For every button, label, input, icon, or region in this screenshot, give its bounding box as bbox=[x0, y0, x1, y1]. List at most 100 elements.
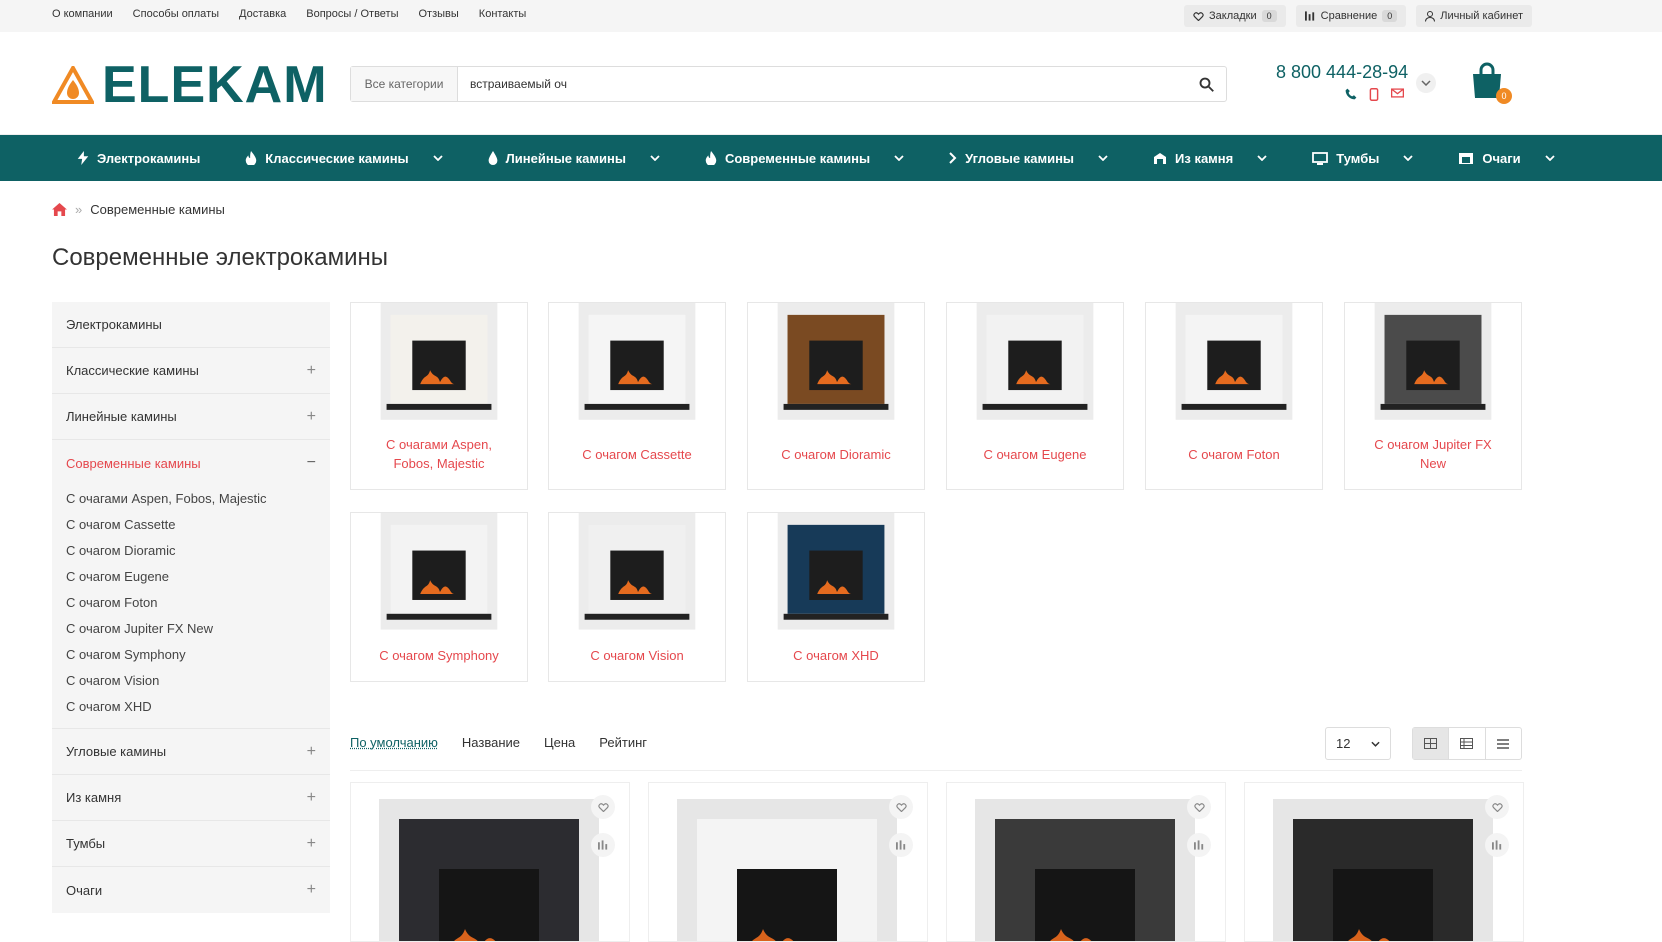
top-link-reviews[interactable]: Отзывы bbox=[419, 8, 459, 20]
product-card[interactable] bbox=[648, 782, 928, 942]
add-to-bookmarks-button[interactable] bbox=[591, 795, 615, 819]
plus-icon[interactable]: + bbox=[307, 881, 316, 899]
sidebar-item-stone[interactable]: Из камня + bbox=[52, 775, 330, 821]
top-link-delivery[interactable]: Доставка bbox=[239, 8, 286, 20]
chevron-down-icon bbox=[1545, 155, 1555, 161]
category-card[interactable]: С очагом Vision bbox=[548, 512, 726, 682]
bookmarks-button[interactable]: Закладки 0 bbox=[1184, 5, 1286, 27]
nav-label: Очаги bbox=[1482, 150, 1521, 166]
category-card[interactable]: С очагом Eugene bbox=[946, 302, 1124, 490]
nav-item-cabinets[interactable]: Тумбы bbox=[1287, 135, 1433, 181]
main-nav: Электрокамины Классические камины Линейн… bbox=[0, 135, 1662, 181]
nav-item-hearths[interactable]: Очаги bbox=[1433, 135, 1574, 181]
per-page-select[interactable]: 12 bbox=[1325, 727, 1391, 760]
sidebar-item-corner[interactable]: Угловые камины + bbox=[52, 729, 330, 775]
category-card[interactable]: С очагом XHD bbox=[747, 512, 925, 682]
add-to-bookmarks-button[interactable] bbox=[889, 795, 913, 819]
mobile-icon[interactable] bbox=[1369, 88, 1379, 101]
chevron-down-icon bbox=[1257, 155, 1267, 161]
compare-button[interactable]: Сравнение 0 bbox=[1295, 5, 1407, 27]
add-to-bookmarks-button[interactable] bbox=[1485, 795, 1509, 819]
nav-item-classic[interactable]: Классические камины bbox=[220, 135, 462, 181]
top-link-payment[interactable]: Способы оплаты bbox=[133, 8, 219, 20]
top-link-contacts[interactable]: Контакты bbox=[479, 8, 527, 20]
category-image bbox=[380, 303, 498, 420]
view-switcher bbox=[1412, 727, 1522, 760]
category-card[interactable]: С очагом Foton bbox=[1145, 302, 1323, 490]
nav-item-modern[interactable]: Современные камины bbox=[680, 135, 924, 181]
sort-name[interactable]: Название bbox=[462, 735, 520, 750]
plus-icon[interactable]: + bbox=[307, 789, 316, 807]
product-card[interactable] bbox=[946, 782, 1226, 942]
sidebar-item-modern[interactable]: Современные камины − bbox=[52, 440, 330, 486]
sidebar-subitem[interactable]: С очагом Cassette bbox=[66, 512, 316, 538]
sidebar-subitem[interactable]: С очагами Aspen, Fobos, Majestic bbox=[66, 486, 316, 512]
search-button[interactable] bbox=[1186, 77, 1226, 92]
sidebar-subitem[interactable]: С очагом Jupiter FX New bbox=[66, 616, 316, 642]
nav-item-electric[interactable]: Электрокамины bbox=[52, 135, 220, 181]
nav-item-stone[interactable]: Из камня bbox=[1128, 135, 1287, 181]
list-view-button[interactable] bbox=[1486, 728, 1521, 759]
product-card[interactable] bbox=[1244, 782, 1524, 942]
sidebar-subitem[interactable]: С очагом XHD bbox=[66, 694, 316, 720]
cart-button[interactable]: 0 bbox=[1470, 62, 1512, 105]
divider bbox=[350, 770, 1522, 771]
add-to-compare-button[interactable] bbox=[889, 833, 913, 857]
mail-icon[interactable] bbox=[1391, 88, 1404, 98]
nav-label: Из камня bbox=[1175, 150, 1234, 166]
plus-icon[interactable]: + bbox=[307, 835, 316, 853]
phone-number[interactable]: 8 800 444-28-94 bbox=[1276, 62, 1408, 83]
add-to-compare-button[interactable] bbox=[1187, 833, 1211, 857]
sidebar-subitem[interactable]: С очагом Vision bbox=[66, 668, 316, 694]
product-image bbox=[379, 799, 599, 941]
phone-dropdown[interactable] bbox=[1416, 73, 1436, 93]
category-card[interactable]: С очагом Symphony bbox=[350, 512, 528, 682]
sidebar-subitem[interactable]: С очагом Foton bbox=[66, 590, 316, 616]
bolt-icon bbox=[77, 151, 89, 165]
home-icon[interactable] bbox=[52, 203, 67, 216]
sidebar-item-hearths[interactable]: Очаги + bbox=[52, 867, 330, 913]
sort-price[interactable]: Цена bbox=[544, 735, 575, 750]
chevron-down-icon bbox=[650, 155, 660, 161]
sort-rating[interactable]: Рейтинг bbox=[599, 735, 647, 750]
nav-label: Классические камины bbox=[265, 150, 409, 166]
category-label: С очагом Foton bbox=[1188, 446, 1280, 462]
header: ELEKAM Все категории 8 800 444-28-94 0 bbox=[0, 32, 1662, 135]
add-to-compare-button[interactable] bbox=[1485, 833, 1509, 857]
product-image bbox=[975, 799, 1195, 941]
sidebar-subitem[interactable]: С очагом Eugene bbox=[66, 564, 316, 590]
top-link-about[interactable]: О компании bbox=[52, 8, 113, 20]
sidebar-subitems: С очагами Aspen, Fobos, Majestic С очаго… bbox=[52, 486, 330, 729]
category-card[interactable]: С очагом Dioramic bbox=[747, 302, 925, 490]
category-card[interactable]: С очагом Cassette bbox=[548, 302, 726, 490]
minus-icon[interactable]: − bbox=[307, 454, 316, 472]
sidebar-item-cabinets[interactable]: Тумбы + bbox=[52, 821, 330, 867]
search-input[interactable] bbox=[458, 77, 1186, 91]
top-link-faq[interactable]: Вопросы / Ответы bbox=[306, 8, 398, 20]
search-category-select[interactable]: Все категории bbox=[351, 67, 458, 101]
category-image bbox=[1175, 303, 1293, 420]
add-to-bookmarks-button[interactable] bbox=[1187, 795, 1211, 819]
sidebar-subitem[interactable]: С очагом Dioramic bbox=[66, 538, 316, 564]
nav-item-linear[interactable]: Линейные камины bbox=[463, 135, 680, 181]
plus-icon[interactable]: + bbox=[307, 362, 316, 380]
nav-item-corner[interactable]: Угловые камины bbox=[924, 135, 1128, 181]
account-button[interactable]: Личный кабинет bbox=[1416, 5, 1532, 27]
sort-default[interactable]: По умолчанию bbox=[350, 735, 438, 750]
category-card[interactable]: С очагом Jupiter FX New bbox=[1344, 302, 1522, 490]
stone-icon bbox=[1154, 152, 1167, 164]
product-card[interactable] bbox=[350, 782, 630, 942]
sidebar-subitem[interactable]: С очагом Symphony bbox=[66, 642, 316, 668]
plus-icon[interactable]: + bbox=[307, 408, 316, 426]
logo[interactable]: ELEKAM bbox=[52, 59, 328, 111]
grid-view-button[interactable] bbox=[1413, 728, 1450, 759]
table-view-button[interactable] bbox=[1449, 728, 1486, 759]
sidebar-item-linear[interactable]: Линейные камины + bbox=[52, 394, 330, 440]
add-to-compare-button[interactable] bbox=[591, 833, 615, 857]
plus-icon[interactable]: + bbox=[307, 743, 316, 761]
sidebar-item-classic[interactable]: Классические камины + bbox=[52, 348, 330, 394]
sidebar-item-electric[interactable]: Электрокамины bbox=[52, 302, 330, 348]
category-card[interactable]: С очагами Aspen, Fobos, Majestic bbox=[350, 302, 528, 490]
category-label: С очагом Symphony bbox=[379, 647, 499, 663]
phone-icon[interactable] bbox=[1345, 88, 1357, 100]
